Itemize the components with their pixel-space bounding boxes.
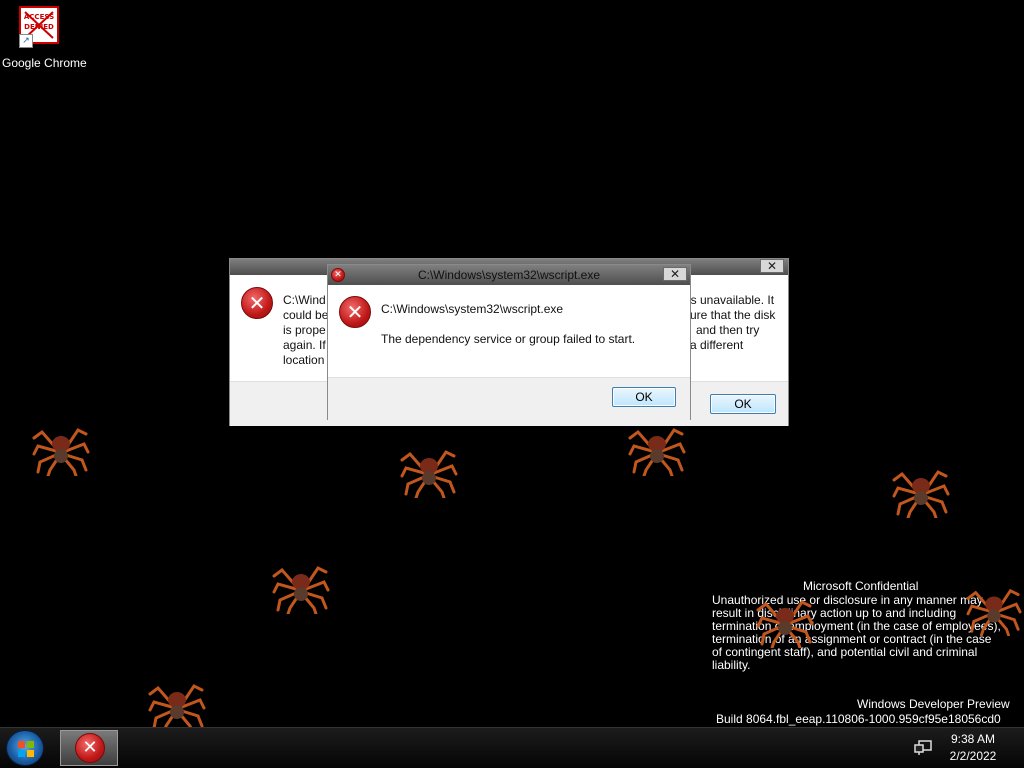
front-dialog-footer: OK	[328, 377, 690, 420]
taskbar: ✕ 9:38 AM 2/2/2022	[0, 727, 1024, 768]
message-line: is unavailable. It	[688, 293, 775, 307]
shortcut-arrow-icon: ↗	[19, 34, 33, 48]
network-icon[interactable]	[914, 740, 932, 756]
back-dialog-message-right: is unavailable. It ure that the disk and…	[688, 293, 788, 353]
front-dialog-body: ✕ C:\Windows\system32\wscript.exe The de…	[328, 285, 690, 377]
desktop-icon-google-chrome[interactable]: ACCESS DENIED ↗ Google Chrome	[2, 6, 87, 70]
error-icon: ✕	[241, 287, 273, 319]
front-dialog-title: C:\Windows\system32\wscript.exe	[417, 268, 601, 282]
build-title: Windows Developer Preview	[857, 697, 1010, 711]
watermark-title: Microsoft Confidential	[803, 579, 919, 593]
front-dialog-message: The dependency service or group failed t…	[381, 332, 636, 346]
front-dialog-ok-button[interactable]: OK	[612, 387, 676, 407]
watermark-line: liability.	[712, 658, 751, 672]
spider-icon	[966, 588, 1022, 636]
taskbar-error-app-button[interactable]: ✕	[60, 730, 118, 766]
spider-icon	[400, 450, 458, 498]
error-icon: ✕	[339, 296, 371, 328]
spider-icon	[148, 684, 206, 732]
spider-icon	[892, 470, 950, 518]
front-dialog-close-button[interactable]: ✕	[663, 267, 687, 281]
spider-icon	[32, 428, 90, 476]
message-line: and then try	[696, 323, 760, 337]
front-dialog-heading: C:\Windows\system32\wscript.exe	[381, 302, 564, 316]
build-string: Build 8064.fbl_eeap.110806-1000.959cf95e…	[716, 712, 1001, 726]
taskbar-clock[interactable]: 9:38 AM 2/2/2022	[940, 731, 1006, 765]
spider-icon	[628, 428, 686, 476]
windows-logo-icon	[18, 741, 34, 757]
back-dialog-ok-button[interactable]: OK	[710, 394, 776, 414]
desktop-icon-label: Google Chrome	[2, 56, 87, 70]
clock-time: 9:38 AM	[950, 732, 996, 746]
message-line: ure that the disk	[690, 308, 776, 322]
message-line: a different	[690, 338, 744, 352]
start-button[interactable]	[6, 730, 44, 766]
spider-icon	[756, 600, 814, 648]
access-denied-icon: ACCESS DENIED ↗	[19, 6, 59, 48]
wscript-error-dialog: ✕ C:\Windows\system32\wscript.exe ✕ ✕ C:…	[327, 264, 691, 420]
front-dialog-titlebar[interactable]: ✕ C:\Windows\system32\wscript.exe ✕	[328, 265, 690, 285]
back-dialog-close-button[interactable]: ✕	[760, 259, 784, 273]
clock-date: 2/2/2022	[949, 749, 997, 763]
spider-icon	[272, 566, 330, 614]
error-icon: ✕	[75, 733, 105, 763]
